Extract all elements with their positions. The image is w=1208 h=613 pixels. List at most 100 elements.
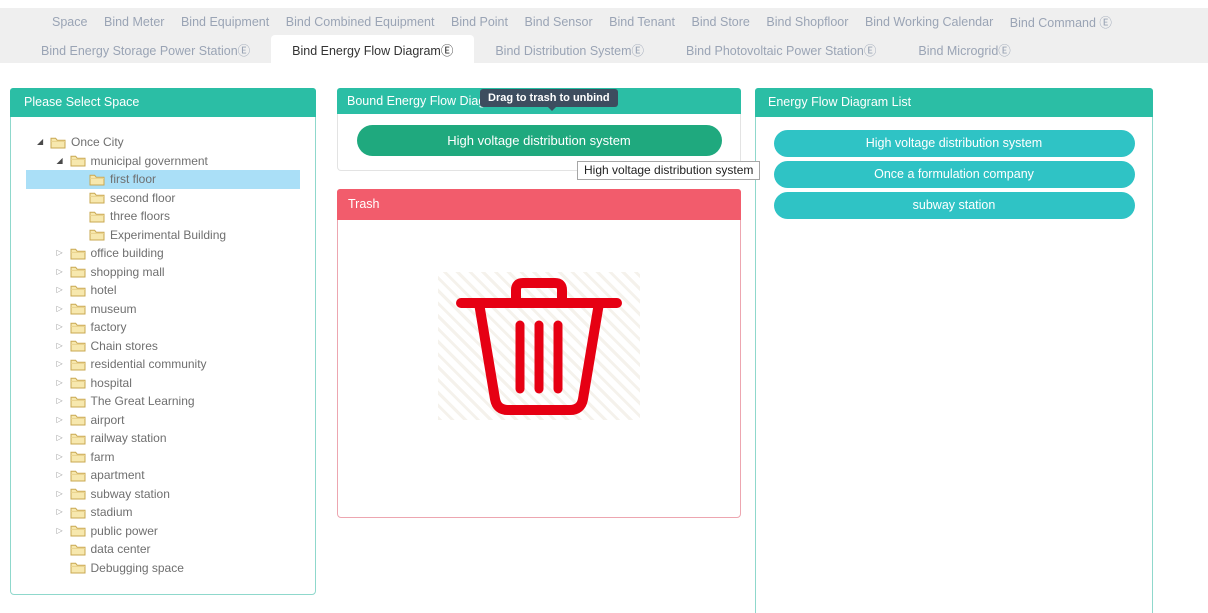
folder-icon [70, 506, 86, 519]
tree-item[interactable]: public power [26, 522, 300, 541]
bound-diagram-panel: Bound Energy Flow Diagram Drag to trash … [337, 88, 741, 171]
folder-icon [70, 561, 86, 574]
tree-item-label: Chain stores [91, 339, 158, 353]
tree-item-label: The Great Learning [91, 394, 195, 408]
tree-item[interactable]: office building [26, 244, 300, 263]
tree-item-label: railway station [91, 431, 167, 445]
folder-icon [70, 265, 86, 278]
tree-item[interactable]: hospital [26, 374, 300, 393]
nav-subtab[interactable]: Bind Photovoltaic Power StationⒺ [665, 35, 897, 63]
folder-icon [89, 228, 105, 241]
tree-toggle-icon[interactable] [57, 157, 70, 165]
folder-icon [70, 524, 86, 537]
tree-toggle-icon[interactable] [57, 342, 70, 350]
tree-toggle-icon[interactable] [37, 138, 50, 146]
nav-subtab[interactable]: Bind Distribution SystemⒺ [474, 35, 665, 63]
tree-item-label: Debugging space [91, 561, 184, 575]
tree-item[interactable]: three floors [26, 207, 300, 226]
nav-tab[interactable]: Bind Command Ⓔ [1010, 12, 1112, 31]
folder-icon [70, 432, 86, 445]
nav-subtab[interactable]: Bind MicrogridⒺ [897, 35, 1031, 63]
tree-toggle-icon[interactable] [57, 305, 70, 313]
diagram-list-pill[interactable]: Once a formulation company [774, 161, 1135, 188]
tree-toggle-icon[interactable] [57, 416, 70, 424]
tree-toggle-icon[interactable] [57, 286, 70, 294]
tree-item[interactable]: first floor [26, 170, 300, 189]
tree-item[interactable]: data center [26, 540, 300, 559]
tree-item-label: Experimental Building [110, 228, 226, 242]
tree-item[interactable]: The Great Learning [26, 392, 300, 411]
nav-tab[interactable]: Bind Combined Equipment [286, 15, 435, 29]
tree-toggle-icon[interactable] [57, 434, 70, 442]
tree-item-label: museum [91, 302, 137, 316]
nav-tab[interactable]: Bind Sensor [525, 15, 593, 29]
tab-strip: Space Bind Meter Bind Equipment Bind Com… [0, 8, 1208, 63]
tree-toggle-icon[interactable] [57, 360, 70, 368]
tree-toggle-icon[interactable] [57, 508, 70, 516]
tree-toggle-icon[interactable] [57, 453, 70, 461]
folder-icon [70, 302, 86, 315]
diagram-list-pill[interactable]: subway station [774, 192, 1135, 219]
folder-icon [70, 450, 86, 463]
tree-toggle-icon[interactable] [57, 268, 70, 276]
folder-icon [89, 191, 105, 204]
folder-icon [70, 413, 86, 426]
tree-item-label: data center [91, 542, 151, 556]
nav-tab[interactable]: Bind Shopfloor [766, 15, 848, 29]
diagram-list-header: Energy Flow Diagram List [755, 88, 1153, 117]
tree-item[interactable]: hotel [26, 281, 300, 300]
tree-item-label: stadium [91, 505, 133, 519]
select-space-header: Please Select Space [10, 88, 316, 117]
nav-tab[interactable]: Bind Working Calendar [865, 15, 993, 29]
tree-toggle-icon[interactable] [57, 249, 70, 257]
nav-tab[interactable]: Space [52, 15, 87, 29]
tree-item-label: shopping mall [91, 265, 165, 279]
tree-item-label: subway station [91, 487, 170, 501]
folder-icon [70, 154, 86, 167]
trash-panel: Trash [337, 189, 741, 518]
nav-tab[interactable]: Bind Point [451, 15, 508, 29]
tree-toggle-icon[interactable] [57, 471, 70, 479]
nav-tab[interactable]: Bind Meter [104, 15, 164, 29]
tree-item[interactable]: municipal government [26, 152, 300, 171]
nav-tab[interactable]: Bind Tenant [609, 15, 675, 29]
tree-item[interactable]: factory [26, 318, 300, 337]
tree-item[interactable]: shopping mall [26, 263, 300, 282]
diagram-list-pill[interactable]: High voltage distribution system [774, 130, 1135, 157]
tree-item[interactable]: Debugging space [26, 559, 300, 578]
tree-item[interactable]: apartment [26, 466, 300, 485]
nav-subtab[interactable]: Bind Energy Flow DiagramⒺ [271, 35, 474, 63]
tree-item[interactable]: Experimental Building [26, 226, 300, 245]
app-window: Space Bind Meter Bind Equipment Bind Com… [0, 0, 1208, 613]
tree-item[interactable]: stadium [26, 503, 300, 522]
tree-item-label: Once City [71, 135, 124, 149]
folder-icon [70, 543, 86, 556]
bound-diagram-pill[interactable]: High voltage distribution system [357, 125, 722, 156]
tree-toggle-icon[interactable] [57, 379, 70, 387]
tree-item[interactable]: railway station [26, 429, 300, 448]
tree-item[interactable]: subway station [26, 485, 300, 504]
tree-item[interactable]: Chain stores [26, 337, 300, 356]
tree-item-label: office building [91, 246, 164, 260]
trash-drop-zone[interactable] [338, 220, 740, 420]
tree-item[interactable]: second floor [26, 189, 300, 208]
tree-toggle-icon[interactable] [57, 490, 70, 498]
diagram-list: High voltage distribution system Once a … [756, 117, 1152, 219]
nav-subtab[interactable]: Bind Energy Storage Power StationⒺ [20, 35, 271, 63]
tree-item-label: residential community [91, 357, 207, 371]
tree-item[interactable]: airport [26, 411, 300, 430]
hover-tooltip: High voltage distribution system [577, 161, 760, 180]
folder-icon [70, 358, 86, 371]
tree-toggle-icon[interactable] [57, 527, 70, 535]
tree-item-label: three floors [110, 209, 170, 223]
tree-item[interactable]: museum [26, 300, 300, 319]
tree-item[interactable]: Once City [26, 133, 300, 152]
folder-icon [89, 173, 105, 186]
tree-item[interactable]: farm [26, 448, 300, 467]
tree-toggle-icon[interactable] [57, 323, 70, 331]
tree-item[interactable]: residential community [26, 355, 300, 374]
nav-tab[interactable]: Bind Equipment [181, 15, 269, 29]
nav-tab[interactable]: Bind Store [691, 15, 749, 29]
tree-toggle-icon[interactable] [57, 397, 70, 405]
tree-item-label: first floor [110, 172, 156, 186]
